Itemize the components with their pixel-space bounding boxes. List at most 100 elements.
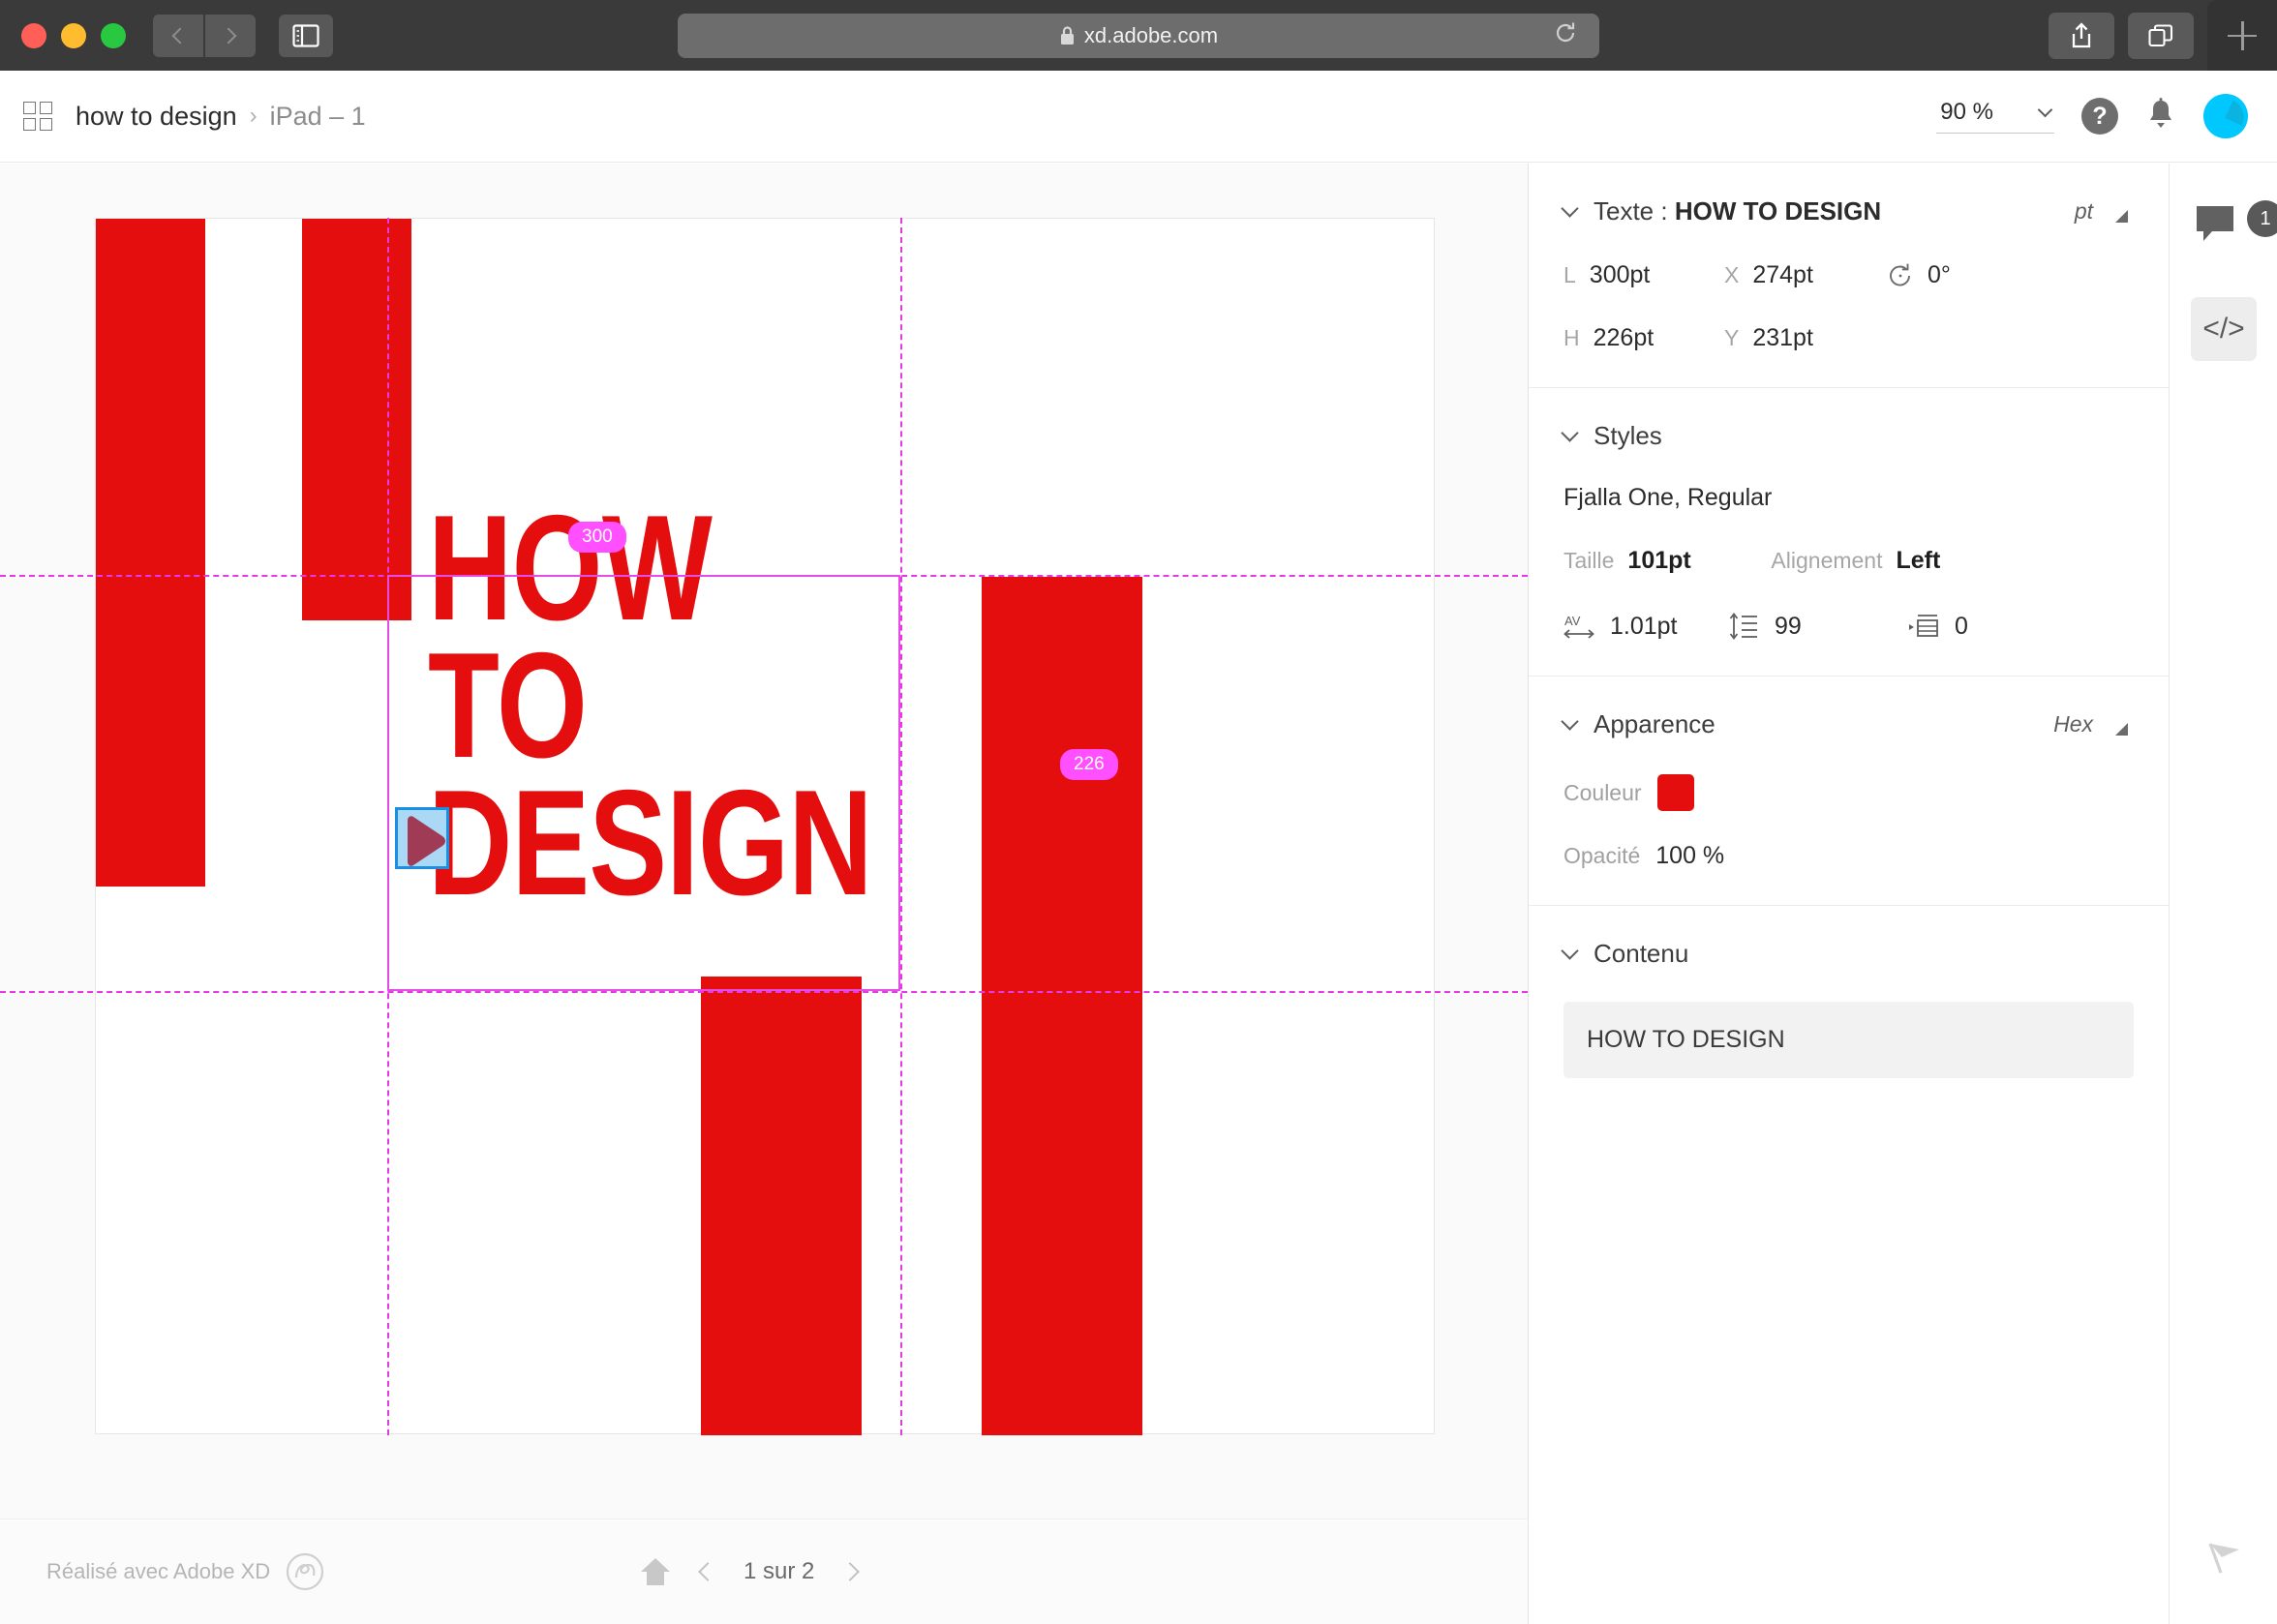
code-icon: </> <box>2202 313 2245 345</box>
next-page-button[interactable] <box>840 1562 861 1581</box>
share-button[interactable] <box>2049 12 2114 59</box>
styles-row-size-align: Taille 101pt Alignement Left <box>1564 547 2134 575</box>
shape-bar[interactable] <box>982 577 1142 1435</box>
grid-icon[interactable] <box>23 102 52 131</box>
section-styles-header[interactable]: Styles <box>1561 421 2134 451</box>
sidebar-toggle-icon <box>292 23 319 47</box>
opacity-value: 100 % <box>1655 842 1725 869</box>
section-texte: Texte : HOW TO DESIGN pt L 300pt X 274pt <box>1529 164 2169 388</box>
triangle-icon[interactable] <box>2115 210 2128 223</box>
headline-text[interactable]: HOW TO DESIGN <box>428 493 873 917</box>
selection-width-badge: 300 <box>568 522 626 553</box>
styles-row-metrics: AV 1.01pt 99 0 <box>1564 612 2134 641</box>
shape-bar[interactable] <box>96 219 205 887</box>
guide-horizontal <box>0 575 1528 577</box>
section-texte-label: Texte : <box>1594 196 1668 226</box>
prop-y-label: Y <box>1724 325 1740 350</box>
footer-credit: Réalisé avec Adobe XD <box>46 1552 324 1591</box>
prop-height-label: H <box>1564 325 1580 350</box>
close-window-button[interactable] <box>21 22 46 48</box>
new-tab-button[interactable] <box>2207 0 2277 71</box>
comment-icon <box>2197 206 2233 241</box>
unit-toggle[interactable]: pt <box>2075 198 2093 225</box>
lock-icon <box>1059 25 1076 45</box>
prop-height-value: 226pt <box>1593 324 1655 351</box>
browser-navigation <box>153 14 256 57</box>
tab-overview-button[interactable] <box>2128 12 2194 59</box>
chevron-left-icon <box>171 27 189 44</box>
back-button[interactable] <box>153 14 203 57</box>
section-texte-title: Texte : HOW TO DESIGN <box>1594 196 1881 226</box>
indent: 0 <box>1908 612 1968 641</box>
chevron-down-icon <box>1561 942 1579 960</box>
section-styles: Styles Fjalla One, Regular Taille 101pt … <box>1529 388 2169 677</box>
leading: 99 <box>1728 612 1908 641</box>
home-icon[interactable] <box>639 1555 672 1588</box>
font-size-label: Taille <box>1564 548 1615 573</box>
browser-chrome: xd.adobe.com <box>0 0 2277 71</box>
section-apparence-header[interactable]: Apparence <box>1561 709 2134 739</box>
forward-button[interactable] <box>205 14 256 57</box>
flag-icon <box>2208 1543 2239 1574</box>
texte-row-2: H 226pt Y 231pt <box>1564 324 2134 352</box>
indent-value: 0 <box>1955 612 1968 640</box>
section-texte-header[interactable]: Texte : HOW TO DESIGN <box>1561 196 2134 226</box>
section-contenu-title: Contenu <box>1594 939 1689 968</box>
leading-value: 99 <box>1775 612 1802 640</box>
flag-button[interactable] <box>2202 1538 2247 1587</box>
comments-button[interactable]: 1 <box>2195 200 2277 259</box>
zoom-select[interactable]: 90 % <box>1936 99 2054 134</box>
prop-x-label: X <box>1724 262 1740 287</box>
prop-x: X 274pt <box>1724 261 1887 289</box>
section-contenu-header[interactable]: Contenu <box>1561 939 2134 969</box>
content-text-box[interactable]: HOW TO DESIGN <box>1564 1002 2134 1078</box>
section-styles-title: Styles <box>1594 421 1662 450</box>
color-row: Couleur <box>1564 774 2134 811</box>
shape-bar[interactable] <box>701 977 862 1435</box>
guide-vertical <box>387 218 389 1435</box>
font-name: Fjalla One, Regular <box>1564 484 1773 511</box>
shape-bar[interactable] <box>302 219 411 620</box>
breadcrumb-artboard[interactable]: iPad – 1 <box>270 102 366 132</box>
tracking-value: 1.01pt <box>1610 612 1678 640</box>
reload-icon[interactable] <box>1553 20 1578 51</box>
code-view-button[interactable]: </> <box>2191 297 2257 361</box>
app-toolbar: how to design › iPad – 1 90 % ? <box>0 71 2277 163</box>
chevron-down-icon <box>1561 199 1579 218</box>
sidebar-toggle-button[interactable] <box>279 14 333 57</box>
prev-page-button[interactable] <box>698 1562 717 1581</box>
canvas-footer: Réalisé avec Adobe XD 1 sur 2 <box>0 1519 1528 1624</box>
tab-overview-icon <box>2148 23 2173 46</box>
color-label: Couleur <box>1564 779 1642 805</box>
chevron-down-icon <box>1561 712 1579 731</box>
avatar[interactable] <box>2203 94 2248 138</box>
guide-horizontal <box>0 991 1528 993</box>
prop-width: L 300pt <box>1564 261 1724 289</box>
prop-rotation-value: 0° <box>1928 261 1951 288</box>
bell-icon <box>2150 97 2171 128</box>
notifications-button[interactable] <box>2145 97 2176 136</box>
breadcrumb: how to design › iPad – 1 <box>76 102 366 132</box>
right-rail: 1 </> <box>2169 164 2277 1624</box>
color-swatch[interactable] <box>1656 774 1694 811</box>
color-mode-toggle[interactable]: Hex <box>2053 711 2093 737</box>
alignment-label: Alignement <box>1771 548 1883 573</box>
play-icon <box>408 816 445 866</box>
chevron-down-icon <box>1561 424 1579 442</box>
opacity-row: Opacité 100 % <box>1564 842 2134 870</box>
minimize-window-button[interactable] <box>61 22 86 48</box>
page-count: 1 sur 2 <box>744 1558 815 1584</box>
font-size-value: 101pt <box>1627 547 1691 574</box>
artboard[interactable]: HOW TO DESIGN <box>95 218 1435 1435</box>
address-bar[interactable]: xd.adobe.com <box>678 13 1599 58</box>
play-button-shape[interactable] <box>395 807 449 869</box>
prop-x-value: 274pt <box>1752 261 1813 288</box>
breadcrumb-project[interactable]: how to design <box>76 102 237 132</box>
design-canvas[interactable]: HOW TO DESIGN 300 226 <box>0 164 1528 1519</box>
help-button[interactable]: ? <box>2081 98 2118 135</box>
prop-rotation: 0° <box>1887 261 1951 289</box>
maximize-window-button[interactable] <box>101 22 126 48</box>
triangle-icon[interactable] <box>2115 723 2128 736</box>
tracking: AV 1.01pt <box>1564 612 1728 641</box>
opacity-label: Opacité <box>1564 843 1641 868</box>
